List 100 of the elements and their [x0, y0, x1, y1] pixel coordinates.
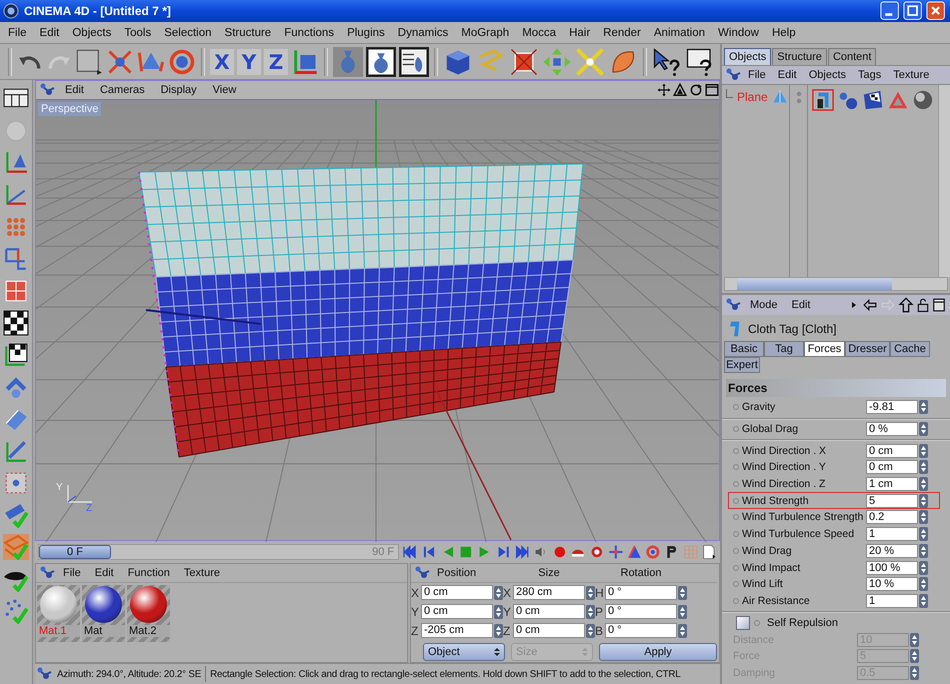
checker-axis-icon[interactable]	[3, 342, 29, 368]
manager-icon[interactable]	[40, 566, 56, 580]
render-settings-icon[interactable]	[399, 46, 429, 76]
apply-button[interactable]: Apply	[599, 643, 717, 661]
material-tag-icon[interactable]	[912, 89, 934, 111]
key-scale-icon[interactable]	[626, 544, 642, 560]
spinner-arrows-icon[interactable]	[919, 560, 928, 575]
rectangle-selection-icon[interactable]	[75, 48, 103, 76]
menu-item[interactable]: Plugins	[341, 26, 392, 38]
close-icon[interactable]	[926, 0, 947, 22]
menu-item[interactable]: Selection	[158, 26, 219, 38]
input-field[interactable]: 0 %	[866, 422, 918, 436]
spinner-arrows-icon[interactable]	[910, 649, 919, 664]
timeline-track[interactable]: 0 F 90 F	[38, 544, 400, 560]
input-field[interactable]: 1 cm	[866, 477, 918, 492]
spinner-arrows-icon[interactable]	[586, 624, 595, 638]
spinner-arrows-icon[interactable]	[910, 632, 919, 647]
new-window-icon[interactable]	[932, 297, 946, 313]
spinner-arrows-icon[interactable]	[494, 604, 503, 618]
vertical-scrollbar[interactable]	[938, 85, 950, 277]
tab[interactable]: Dresser	[845, 341, 890, 357]
polygons-icon[interactable]	[3, 278, 29, 304]
input-field[interactable]: 1	[866, 527, 918, 542]
particles-check-icon[interactable]	[3, 598, 29, 624]
menu-item[interactable]: File	[742, 69, 772, 81]
help-cursor-icon[interactable]	[652, 46, 682, 76]
up-arrow-icon[interactable]	[898, 297, 914, 313]
spinner-arrows-icon[interactable]	[919, 477, 928, 492]
manager-icon[interactable]	[415, 566, 431, 580]
menu-item[interactable]: Render	[597, 26, 648, 38]
vase-window-icon[interactable]	[366, 46, 396, 76]
menu-item[interactable]: Texture	[887, 69, 936, 81]
dropdown[interactable]: Object	[423, 643, 505, 661]
input-field[interactable]: 0.2	[866, 510, 918, 524]
menu-item[interactable]: Help	[766, 26, 803, 38]
spinner-arrows-icon[interactable]	[919, 494, 928, 508]
back-arrow-icon[interactable]	[862, 298, 878, 312]
menu-item[interactable]: Cameras	[92, 84, 152, 96]
menu-item[interactable]: Animation	[648, 26, 712, 38]
spinner-arrows-icon[interactable]	[678, 604, 687, 618]
spinner-arrows-icon[interactable]	[586, 604, 595, 618]
menu-item[interactable]: Objects	[802, 69, 852, 81]
axis-lock-button[interactable]: Y	[237, 48, 261, 74]
cloth-drawing[interactable]	[138, 164, 584, 458]
menu-item[interactable]: File	[56, 567, 88, 579]
spinner-arrows-icon[interactable]	[919, 577, 928, 592]
spinner-arrows-icon[interactable]	[919, 444, 928, 458]
material-swatch[interactable]: Mat.2	[127, 585, 170, 642]
manager-icon[interactable]	[37, 667, 53, 681]
menu-item[interactable]: View	[206, 84, 244, 96]
rotate-view-icon[interactable]	[689, 83, 703, 97]
material-swatch[interactable]: Mat	[82, 585, 125, 642]
axis-lock-button[interactable]: X	[210, 48, 234, 74]
menu-item[interactable]: Edit	[88, 567, 121, 579]
menu-item[interactable]: Edit	[772, 69, 803, 81]
horizontal-scrollbar[interactable]	[724, 277, 948, 291]
input-field[interactable]: -9.81	[866, 400, 918, 414]
menu-item[interactable]: Edit	[58, 84, 91, 96]
manager-icon[interactable]	[40, 83, 56, 97]
checker-icon[interactable]	[3, 310, 29, 336]
menu-item[interactable]: Window	[712, 26, 766, 38]
menu-item[interactable]: Tools	[118, 26, 158, 38]
menu-item[interactable]: Dynamics	[392, 26, 456, 38]
input-field[interactable]: 5	[866, 494, 918, 508]
spinner-arrows-icon[interactable]	[919, 527, 928, 542]
tab[interactable]: Objects	[724, 48, 772, 65]
menu-item[interactable]: Edit	[34, 26, 66, 38]
spinner-arrows-icon[interactable]	[919, 422, 928, 436]
input-field[interactable]: 0 °	[605, 623, 677, 638]
lock-icon[interactable]	[916, 297, 930, 313]
zoom-view-icon[interactable]	[673, 83, 687, 97]
tab[interactable]: Content	[828, 48, 876, 65]
input-field[interactable]: 0 cm	[866, 460, 918, 474]
next-key-icon[interactable]	[496, 544, 512, 560]
input-field[interactable]: -205 cm	[421, 623, 493, 638]
page-icon[interactable]	[701, 544, 718, 560]
tab[interactable]: Forces	[804, 341, 845, 357]
menu-item[interactable]: Functions	[278, 26, 342, 38]
input-field[interactable]: 0 cm	[866, 444, 918, 458]
menu-item[interactable]: Mode	[744, 299, 784, 311]
input-field[interactable]: 0 °	[605, 604, 677, 619]
spinner-arrows-icon[interactable]	[678, 624, 687, 638]
minimize-icon[interactable]	[880, 0, 901, 22]
frame-slider-button[interactable]: 0 F	[39, 545, 111, 559]
input-field[interactable]: 280 cm	[513, 585, 585, 600]
point-grid-icon[interactable]	[3, 470, 29, 496]
menu-item[interactable]: File	[2, 26, 34, 38]
key-position-icon[interactable]	[608, 544, 624, 560]
auto-key-icon[interactable]	[589, 544, 605, 560]
input-field[interactable]: 10 %	[866, 577, 918, 592]
menu-item[interactable]: Mocca	[516, 26, 564, 38]
spinner-arrows-icon[interactable]	[678, 586, 687, 600]
manager-icon[interactable]	[726, 68, 742, 82]
menu-item[interactable]: Objects	[66, 26, 118, 38]
spinner-arrows-icon[interactable]	[919, 460, 928, 474]
tab[interactable]: Expert	[724, 357, 760, 373]
checkbox[interactable]	[736, 616, 750, 630]
menu-item[interactable]: Edit	[786, 299, 816, 311]
menu-item[interactable]: Hair	[563, 26, 598, 38]
visibility-dots-icon[interactable]	[796, 91, 802, 105]
